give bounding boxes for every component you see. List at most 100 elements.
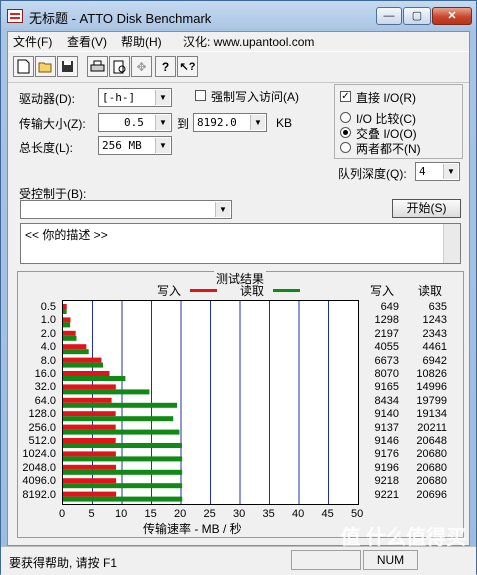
chevron-down-icon: ▼	[155, 138, 170, 153]
x-axis-label: 传输速率 - MB / 秒	[143, 522, 242, 536]
x-tick-label: 35	[262, 508, 275, 520]
drive-select[interactable]: [-h-] ▼	[98, 88, 172, 107]
chevron-down-icon: ▼	[155, 115, 170, 130]
total-length-label: 总长度(L):	[19, 141, 74, 155]
bar-write-2048.0	[63, 464, 116, 470]
status-bar: 要获得帮助, 请按 F1 NUM	[1, 546, 476, 575]
drive-label: 驱动器(D):	[19, 92, 75, 106]
write-value: 4055	[374, 341, 399, 354]
write-value: 9218	[374, 475, 399, 488]
row-label: 8.0	[40, 354, 56, 367]
direct-io-label: 直接 I/O(R)	[356, 91, 416, 105]
bar-read-2048.0	[63, 469, 183, 475]
context-help-icon[interactable]: ↖?	[177, 56, 198, 77]
transfer-to-value: 8192.0	[197, 116, 237, 129]
chevron-down-icon: ▼	[250, 115, 265, 130]
write-value: 9137	[374, 421, 399, 434]
start-button[interactable]: 开始(S)	[392, 199, 461, 218]
row-label: 1.0	[40, 314, 56, 327]
io-compare-radio[interactable]	[340, 112, 351, 123]
total-length-value: 256 MB	[102, 139, 142, 152]
controlled-by-select[interactable]: ▼	[20, 200, 232, 219]
legend-write-swatch	[190, 289, 217, 292]
move-icon[interactable]: ✥	[131, 56, 152, 77]
bar-read-4096.0	[63, 483, 183, 489]
read-value: 6942	[422, 354, 447, 367]
bar-read-64.0	[63, 402, 178, 408]
write-value: 9165	[374, 381, 399, 394]
bar-write-128.0	[63, 411, 116, 417]
neither-radio[interactable]	[340, 142, 351, 153]
watermark-logo: 值 什么值得买	[340, 527, 466, 549]
read-value: 20211	[417, 421, 447, 434]
title-bar[interactable]: 无标题 - ATTO Disk Benchmark — ▢ ✕	[1, 1, 476, 31]
read-value: 14996	[416, 381, 447, 394]
total-length-select[interactable]: 256 MB ▼	[98, 136, 172, 155]
bar-write-0.5	[63, 304, 67, 309]
queue-depth-select[interactable]: 4 ▼	[415, 162, 460, 181]
row-label: 4.0	[40, 341, 56, 354]
force-write-checkbox[interactable]	[195, 90, 206, 101]
read-value: 4461	[422, 341, 447, 354]
bar-write-16.0	[63, 371, 110, 376]
bar-write-32.0	[63, 384, 116, 390]
open-icon[interactable]	[35, 56, 56, 77]
direct-io-checkbox[interactable]: ✓	[340, 91, 351, 102]
print-icon[interactable]	[87, 56, 108, 77]
bar-read-4.0	[63, 349, 89, 355]
bar-read-512.0	[63, 443, 182, 448]
transfer-from-value: 0.5	[124, 116, 144, 129]
minimize-button[interactable]: —	[376, 7, 402, 25]
row-label: 128.0	[28, 408, 56, 421]
bar-write-8.0	[63, 357, 102, 363]
menu-help[interactable]: 帮助(H)	[121, 33, 162, 50]
maximize-button[interactable]: ▢	[403, 7, 431, 25]
bar-write-1024.0	[63, 451, 116, 457]
read-value: 1243	[422, 314, 447, 327]
print-preview-icon[interactable]	[109, 56, 130, 77]
chevron-down-icon: ▼	[155, 90, 170, 105]
menu-view[interactable]: 查看(V)	[67, 33, 107, 50]
write-value: 8070	[374, 368, 399, 380]
benchmark-chart	[63, 301, 329, 504]
num-lock-indicator: NUM	[363, 550, 418, 570]
app-icon	[7, 9, 23, 23]
menu-file[interactable]: 文件(F)	[13, 33, 52, 50]
write-value: 1298	[374, 314, 399, 327]
kb-label: KB	[276, 116, 293, 130]
read-value: 20680	[416, 448, 447, 461]
bar-read-0.5	[63, 309, 67, 314]
row-label: 32.0	[34, 381, 56, 394]
description-field[interactable]: << 你的描述 >>	[20, 223, 461, 264]
transfer-to-select[interactable]: 8192.0 ▼	[193, 113, 267, 132]
bar-write-8192.0	[63, 491, 117, 497]
client-area: 文件(F) 查看(V) 帮助(H) 汉化: www.upantool.com ✥…	[7, 31, 470, 546]
bar-write-4096.0	[63, 478, 117, 484]
neither-label: 两者都不(N)	[356, 142, 421, 156]
help-icon[interactable]: ?	[155, 56, 176, 77]
write-value: 9221	[374, 488, 399, 501]
queue-depth-value: 4	[419, 165, 426, 178]
row-label: 4096.0	[22, 475, 56, 488]
row-label: 2.0	[40, 327, 56, 340]
bar-write-512.0	[63, 438, 116, 443]
row-label: 64.0	[34, 394, 56, 407]
overlap-io-radio[interactable]	[340, 127, 351, 138]
write-value: 9196	[374, 461, 399, 474]
force-write-label: 强制写入访问(A)	[211, 90, 299, 104]
row-label: 16.0	[34, 368, 56, 380]
x-tick-label: 50	[351, 508, 364, 520]
read-value: 19799	[416, 394, 447, 407]
save-icon[interactable]	[57, 56, 78, 77]
transfer-from-select[interactable]: 0.5 ▼	[98, 113, 172, 132]
description-scrollbar[interactable]	[443, 224, 460, 263]
write-value: 2197	[374, 327, 399, 340]
close-button[interactable]: ✕	[432, 7, 472, 25]
read-value: 10826	[416, 368, 447, 380]
app-window: 无标题 - ATTO Disk Benchmark — ▢ ✕ 文件(F) 查看…	[0, 0, 477, 575]
to-label: 到	[177, 117, 190, 131]
new-icon[interactable]	[13, 56, 34, 77]
menu-localized[interactable]: 汉化: www.upantool.com	[183, 33, 314, 50]
drive-value: [-h-]	[102, 91, 136, 104]
write-value: 9146	[374, 435, 399, 447]
